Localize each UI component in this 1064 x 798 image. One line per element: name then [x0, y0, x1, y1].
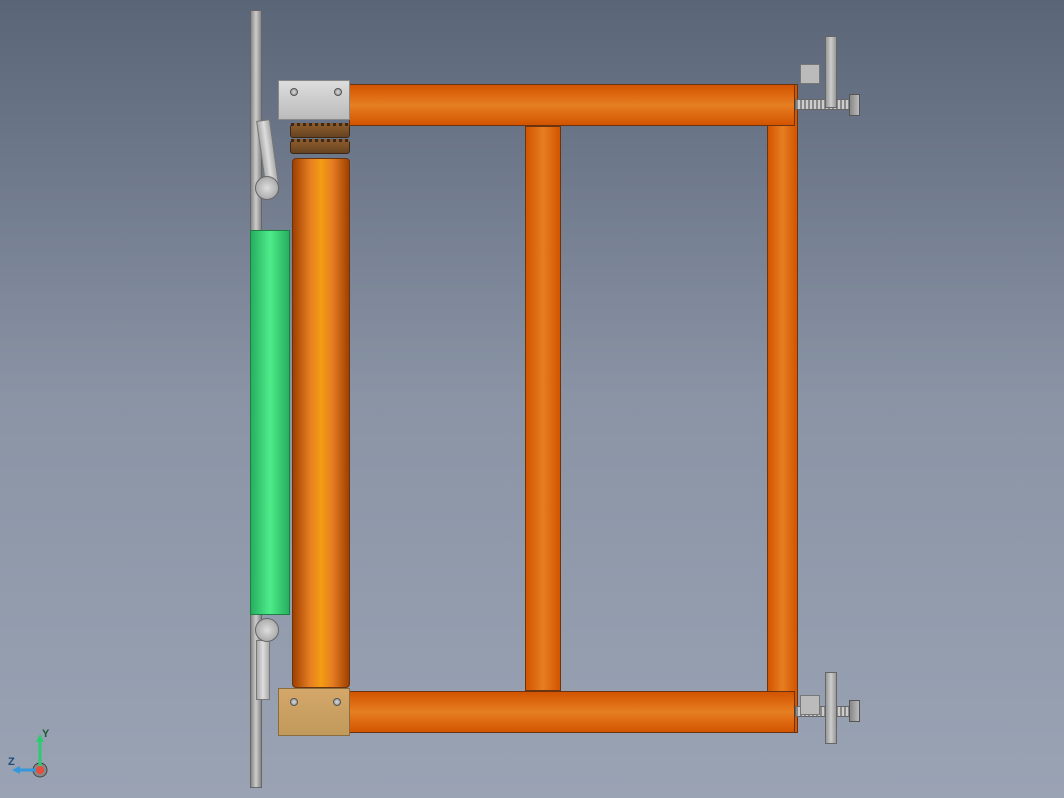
frame-bottom-horizontal	[349, 691, 795, 733]
sprocket-lower	[290, 140, 350, 154]
t-flange-bottom	[825, 672, 837, 744]
adjusting-nut-bottom	[849, 700, 860, 722]
coordinate-triad: Y Z	[10, 728, 70, 788]
frame-middle-vertical	[525, 126, 561, 691]
guard-panel	[250, 230, 290, 615]
frame-top-horizontal	[349, 84, 795, 126]
main-roller	[292, 158, 350, 688]
bolt-head	[290, 88, 298, 96]
sprocket-teeth	[291, 123, 349, 126]
bolt-head	[333, 698, 341, 706]
mount-plate-top	[800, 64, 820, 84]
pivot-joint-upper	[255, 176, 279, 200]
bearing-bracket-top	[278, 80, 350, 120]
adjusting-nut-top	[849, 94, 860, 116]
z-axis-label: Z	[8, 756, 15, 768]
sprocket-teeth	[291, 139, 349, 142]
pivot-joint-lower	[255, 618, 279, 642]
bolt-head	[290, 698, 298, 706]
frame-right-vertical	[767, 84, 798, 733]
y-axis-label: Y	[42, 728, 49, 740]
axis-triad-icon	[10, 728, 70, 788]
bolt-head	[334, 88, 342, 96]
sprocket-upper	[290, 124, 350, 138]
t-flange-top	[825, 36, 837, 108]
mount-plate-bottom	[800, 695, 820, 715]
bearing-bracket-bottom	[278, 688, 350, 736]
linkage-arm-lower	[256, 640, 270, 700]
